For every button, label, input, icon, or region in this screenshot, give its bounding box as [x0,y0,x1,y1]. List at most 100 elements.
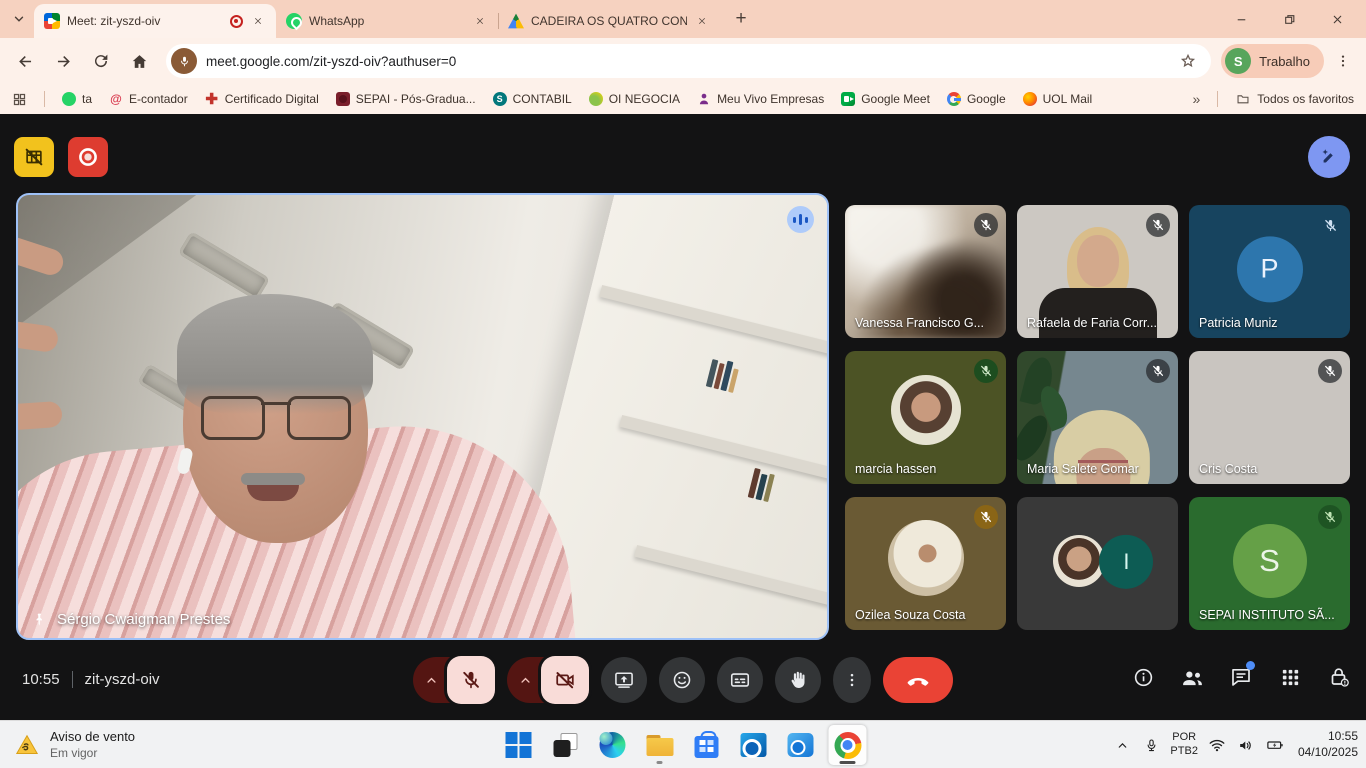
bookmark-certificado-digital[interactable]: ✚Certificado Digital [205,92,319,106]
home-button[interactable] [122,44,156,78]
tab-close-icon[interactable] [472,13,488,29]
bookmark-apps-icon[interactable] [12,92,27,107]
edge-button[interactable] [594,725,632,765]
browser-menu-icon[interactable] [1328,44,1358,78]
participant-tile[interactable]: Cris Costa [1189,351,1350,484]
weather-widget[interactable]: Aviso de vento Em vigor [14,721,135,768]
url-text[interactable]: meet.google.com/zit-yszd-oiv?authuser=0 [206,54,1162,69]
volume-icon[interactable] [1236,732,1256,758]
mic-muted-button[interactable] [447,656,495,704]
mic-off-icon [1146,359,1170,383]
participant-tile[interactable]: I [1017,497,1178,630]
bookmark-e-contador[interactable]: @E-contador [109,92,188,106]
raise-hand-button[interactable] [775,657,821,703]
chat-notification-dot [1246,661,1255,670]
person-mustache [241,473,305,485]
person-icon [697,92,711,106]
close-button[interactable] [1320,5,1354,33]
chrome-icon [834,732,861,759]
tab-close-icon[interactable] [250,13,266,29]
main-video-tile[interactable]: Sérgio Cwaigman Prestes [16,193,829,640]
participant-tile[interactable]: S SEPAI INSTITUTO SÃ... [1189,497,1350,630]
avatar-photo [891,375,961,445]
bookmark-contabil[interactable]: SCONTABIL [493,92,572,106]
tab-meet[interactable]: Meet: zit-yszd-oiv [34,4,276,38]
mic-off-icon [974,505,998,529]
minimize-button[interactable] [1224,5,1258,33]
bookmark-ta[interactable]: ta [62,92,92,106]
tab-whatsapp[interactable]: WhatsApp [276,4,498,38]
meeting-details-button[interactable] [1130,664,1156,690]
bookmark-google-meet[interactable]: Google Meet [841,92,930,106]
activities-button[interactable] [1277,664,1303,690]
host-controls-button[interactable] [1326,664,1352,690]
task-view-icon [554,733,578,757]
participant-tile[interactable]: Maria Salete Gomar [1017,351,1178,484]
people-button[interactable] [1179,664,1205,690]
more-options-button[interactable] [833,657,871,703]
profile-chip[interactable]: S Trabalho [1221,44,1324,78]
clock[interactable]: 10:55 04/10/2025 [1298,729,1358,760]
bookmark-label: Meu Vivo Empresas [717,92,824,106]
site-mic-permission-icon[interactable] [171,48,197,74]
bookmark-sepai[interactable]: SEPAI - Pós-Gradua... [336,92,476,106]
battery-icon[interactable] [1265,732,1285,758]
participant-tile[interactable]: Ozilea Souza Costa [845,497,1006,630]
reload-button[interactable] [84,44,118,78]
outlook-classic-button[interactable] [735,725,773,765]
microsoft-store-button[interactable] [688,725,726,765]
divider [72,671,73,688]
forward-button[interactable] [46,44,80,78]
reactions-button[interactable] [659,657,705,703]
present-screen-button[interactable] [601,657,647,703]
all-bookmarks-button[interactable]: Todos os favoritos [1235,92,1354,106]
folder-icon [1235,92,1251,106]
tab-title: Meet: zit-yszd-oiv [67,14,223,28]
windows-taskbar: Aviso de vento Em vigor POR PTB2 [0,720,1366,768]
bookmark-oi-negocia[interactable]: OI NEGOCIA [589,92,680,106]
tab-close-icon[interactable] [694,13,710,29]
windows-icon [506,732,532,758]
start-button[interactable] [500,725,538,765]
speaking-indicator-icon [787,206,814,233]
bookmark-label: ta [82,92,92,106]
wifi-icon[interactable] [1207,732,1227,758]
chrome-button[interactable] [829,725,867,765]
tray-mic-icon[interactable] [1141,732,1161,758]
tab-drive-document[interactable]: CADEIRA OS QUATRO CONCEIT [498,4,720,38]
bookmark-label: Google Meet [861,92,930,106]
participant-video [1077,235,1119,287]
participant-tile[interactable]: Rafaela de Faria Corr... [1017,205,1178,338]
restore-button[interactable] [1272,5,1306,33]
participant-tile[interactable]: marcia hassen [845,351,1006,484]
person-glasses [201,396,351,436]
mic-off-icon [974,359,998,383]
bookmark-star-icon[interactable] [1171,44,1205,78]
bookmarks-overflow-chevron[interactable]: » [1192,91,1200,107]
bookmark-uol-mail[interactable]: UOL Mail [1023,92,1093,106]
bookmark-google[interactable]: Google [947,92,1006,106]
end-call-button[interactable] [883,657,953,703]
outlook-new-button[interactable] [782,725,820,765]
file-explorer-button[interactable] [641,725,679,765]
tab-search-chevron-icon[interactable] [6,6,32,32]
bookmark-meu-vivo[interactable]: Meu Vivo Empresas [697,92,824,106]
chat-button[interactable] [1228,664,1254,690]
tray-chevron-icon[interactable] [1112,732,1132,758]
task-view-button[interactable] [547,725,585,765]
participant-tile[interactable]: Vanessa Francisco G... [845,205,1006,338]
captions-button[interactable] [717,657,763,703]
weather-title: Aviso de vento [50,729,135,745]
gemini-take-notes-button[interactable] [1308,136,1350,178]
back-button[interactable] [8,44,42,78]
bookmark-label: UOL Mail [1043,92,1093,106]
address-bar[interactable]: meet.google.com/zit-yszd-oiv?authuser=0 [166,44,1211,78]
new-tab-button[interactable]: + [728,6,754,32]
meet-favicon-icon [44,13,60,29]
language-indicator[interactable]: POR PTB2 [1170,731,1198,759]
camera-off-button[interactable] [541,656,589,704]
active-indicator [840,761,856,764]
sepai-icon [336,92,350,106]
avatar-photo [1053,535,1105,587]
participant-tile[interactable]: P Patricia Muniz [1189,205,1350,338]
